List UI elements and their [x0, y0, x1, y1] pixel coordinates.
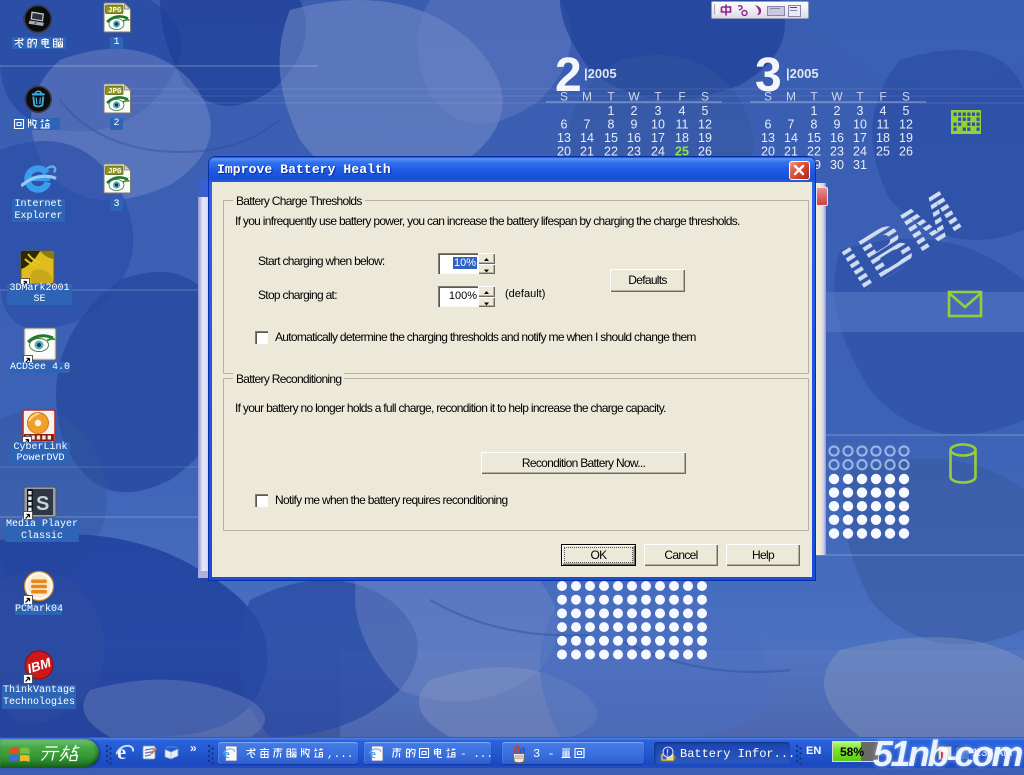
svg-text:15: 15: [807, 131, 821, 145]
svg-text:31: 31: [853, 158, 867, 172]
svg-text:S: S: [764, 90, 772, 104]
svg-text:13: 13: [761, 131, 775, 145]
svg-text:e: e: [370, 746, 376, 761]
svg-text:7: 7: [788, 118, 795, 132]
svg-text:16: 16: [627, 131, 641, 145]
svg-text:3 -: 3 -: [533, 747, 555, 760]
svg-text:5: 5: [702, 104, 709, 118]
svg-text:8: 8: [811, 118, 818, 132]
svg-text:!: !: [666, 748, 669, 758]
svg-text:23: 23: [830, 145, 844, 159]
svg-text:JPG: JPG: [108, 7, 122, 15]
svg-text:M: M: [582, 90, 592, 104]
svg-text:- ...: - ...: [460, 749, 491, 760]
svg-text:18: 18: [675, 131, 689, 145]
svg-text:9: 9: [631, 118, 638, 132]
svg-text:11: 11: [676, 118, 689, 132]
svg-text:8: 8: [608, 118, 615, 132]
svg-text:9: 9: [834, 118, 841, 132]
svg-text:|2005: |2005: [584, 66, 617, 81]
svg-text:7: 7: [584, 118, 591, 132]
svg-text:2: 2: [834, 104, 841, 118]
svg-text:e: e: [224, 746, 230, 761]
svg-text:1: 1: [811, 104, 818, 118]
svg-text:10: 10: [651, 118, 665, 132]
svg-text:30: 30: [830, 158, 844, 172]
svg-text:24: 24: [853, 145, 867, 159]
svg-text:13: 13: [557, 131, 571, 145]
svg-text:F: F: [879, 90, 886, 104]
svg-text:|2005: |2005: [786, 66, 819, 81]
svg-text:F: F: [678, 90, 685, 104]
svg-text:T: T: [856, 90, 864, 104]
svg-text:11: 11: [877, 118, 890, 132]
svg-text:14: 14: [580, 131, 594, 145]
svg-text:26: 26: [899, 145, 913, 159]
svg-text:3: 3: [857, 104, 864, 118]
svg-text:17: 17: [853, 131, 867, 145]
svg-text:4: 4: [679, 104, 686, 118]
svg-text:,...: ,...: [327, 749, 353, 760]
svg-text:5: 5: [903, 104, 910, 118]
svg-text:19: 19: [698, 131, 712, 145]
svg-text:16: 16: [830, 131, 844, 145]
svg-text:3: 3: [655, 104, 662, 118]
svg-text:M: M: [786, 90, 796, 104]
svg-text:25: 25: [876, 145, 890, 159]
svg-text:12: 12: [698, 118, 712, 132]
svg-text:S: S: [701, 90, 709, 104]
svg-text:1: 1: [608, 104, 615, 118]
svg-text:S: S: [902, 90, 910, 104]
svg-text:JPG: JPG: [108, 168, 122, 176]
svg-text:15: 15: [604, 131, 618, 145]
svg-text:T: T: [607, 90, 615, 104]
svg-text:10: 10: [853, 118, 867, 132]
svg-text:18: 18: [876, 131, 890, 145]
svg-text:6: 6: [765, 118, 772, 132]
svg-text:T: T: [654, 90, 662, 104]
svg-text:T: T: [810, 90, 818, 104]
svg-text:S: S: [36, 493, 49, 515]
svg-text:JPG: JPG: [108, 88, 122, 96]
svg-text:S: S: [560, 90, 568, 104]
svg-text:6: 6: [561, 118, 568, 132]
svg-text:19: 19: [899, 131, 913, 145]
svg-text:12: 12: [899, 118, 913, 132]
svg-text:W: W: [628, 90, 640, 104]
svg-text:17: 17: [651, 131, 665, 145]
svg-text:W: W: [831, 90, 843, 104]
svg-text:2: 2: [631, 104, 638, 118]
svg-text:4: 4: [880, 104, 887, 118]
svg-text:14: 14: [784, 131, 798, 145]
